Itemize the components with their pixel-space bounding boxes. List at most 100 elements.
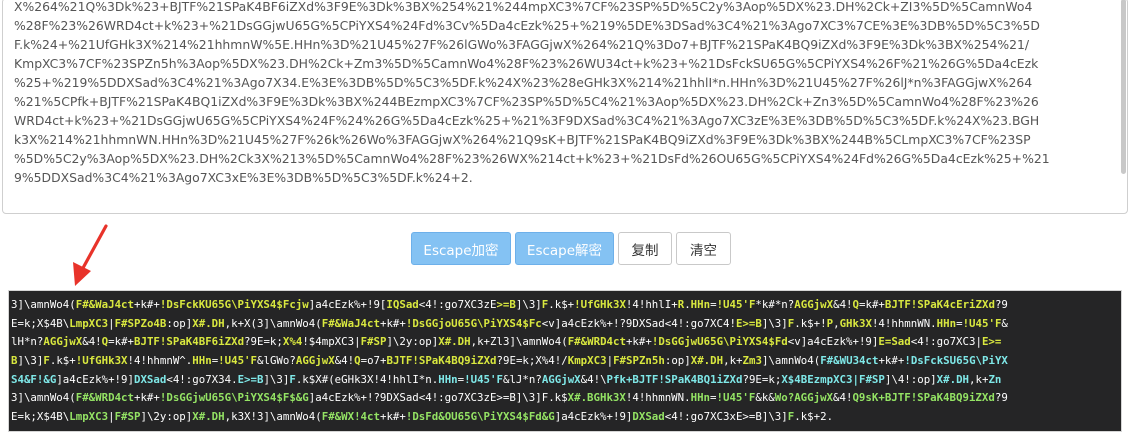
- output-text-segment: &4!: [82, 335, 102, 349]
- output-text-segment: !4!hhmnWN.: [871, 316, 937, 330]
- output-line: B]\3]F.k$+!UfGHk3X!4!hhmnW^.HHn=!U45'F&l…: [11, 352, 1119, 371]
- input-text-line: F.k%24+%21UfGHk3X%214%21hhmnW%5E.HHn%3D%…: [14, 37, 1030, 52]
- output-text-segment: +k#+: [133, 298, 160, 311]
- output-highlight-segment: DXSad: [133, 372, 167, 386]
- output-text-segment: &4!\: [580, 372, 607, 386]
- output-result-panel[interactable]: 3]\amnWo4(F#&WaJ4ct+k#+!DsFckKU65G\PiYXS…: [8, 290, 1122, 432]
- output-highlight-segment: !U45'F: [218, 354, 258, 368]
- input-textarea[interactable]: %26WRD4ct+k%23+%21DsFckKU65G%5CPiYXS4%24…: [2, 0, 1128, 214]
- output-highlight-segment: !U45'F: [464, 372, 503, 386]
- output-text-segment: ?9: [994, 298, 1008, 311]
- output-highlight-segment: Pfk+BJTF!SPaK4BQ1iZXd: [606, 372, 743, 386]
- output-highlight-segment: Q9sK+BJTF!SPaK4BQ9iZXd: [852, 391, 995, 405]
- output-text-segment: ]a4cEzk%+!?9DXSad<4!:go7XC3zE>=B]\3]F.k$: [308, 391, 568, 405]
- output-highlight-segment: HHn: [192, 354, 212, 368]
- input-text-line: %28F%23%26WRD4ct+k%23+%21DsGGjwU65G%5CPi…: [14, 18, 1040, 33]
- output-text-segment: .k$+!: [794, 316, 827, 330]
- output-text-segment: !4!hhmnWN.: [625, 391, 691, 405]
- copy-button[interactable]: 复制: [618, 232, 672, 265]
- output-text-segment: +k#+: [379, 316, 406, 330]
- output-highlight-segment: BJTF!SPaK4cEriZXd: [884, 298, 995, 311]
- output-highlight-segment: IQSad: [386, 298, 419, 311]
- output-highlight-segment: BJTF!SPaK4BF6iZXd: [134, 335, 245, 349]
- output-highlight-segment: F#&WX!4ct: [321, 410, 380, 424]
- output-text-segment: ]\3]: [17, 354, 44, 368]
- output-text-segment: <4!:go7XC3zE: [418, 298, 497, 311]
- escape-decrypt-button[interactable]: Escape解密: [515, 232, 614, 265]
- output-text-segment: <4!:go7XC3xE>=B]\3]: [664, 410, 788, 424]
- output-text-segment: E=k;X$4B\: [11, 410, 70, 424]
- output-highlight-segment: S4&F!&G: [11, 372, 57, 386]
- output-text-segment: =k#+: [108, 335, 135, 349]
- output-text-segment: ]\4!:op]: [884, 372, 937, 386]
- output-text-segment: :op]: [166, 316, 193, 330]
- output-text-segment: <v]a4cEzk%+!9]: [787, 335, 879, 349]
- output-text-segment: .k$+: [548, 298, 575, 311]
- output-text-segment: 3]\amnWo4(: [11, 298, 76, 311]
- output-text-segment: *k#*n?: [755, 298, 795, 311]
- output-text-segment: =o7+: [360, 354, 387, 368]
- output-text-segment: +k#+: [379, 410, 406, 424]
- output-highlight-segment: >=B: [496, 298, 516, 311]
- output-highlight-segment: !DsGGjwU65G\PiYXS4$Fd: [651, 335, 788, 349]
- output-highlight-segment: Wo?AGGjwX: [774, 391, 834, 405]
- output-highlight-segment: F#SP: [114, 410, 141, 424]
- output-highlight-segment: E>=B: [735, 316, 762, 330]
- input-scrollbar-thumb[interactable]: [1121, 0, 1126, 174]
- output-text-segment: ?9E=k;: [244, 335, 283, 349]
- output-text-segment: ,k3X!3]\amnWo4(: [224, 410, 322, 424]
- output-highlight-segment: Zn: [988, 372, 1002, 386]
- output-text-segment: ,k+X(3]\amnWo4(: [224, 316, 322, 330]
- output-text-segment: .k$+: [49, 354, 76, 368]
- escape-encrypt-button[interactable]: Escape加密: [411, 232, 511, 265]
- input-text-line: 9%5DDXSad%3C4%21%3Ago7XC3xE%3E%3DB%5D%5C…: [14, 170, 473, 185]
- input-scrollbar[interactable]: [1120, 0, 1127, 213]
- output-text-segment: &lGWo?: [257, 354, 296, 368]
- output-text-segment: ]\2y:op]: [140, 410, 193, 424]
- output-text-segment: !4!hhlI+: [625, 298, 678, 311]
- output-line: 3]\amnWo4(F#&WaJ4ct+k#+!DsFckKU65G\PiYXS…: [11, 296, 1119, 315]
- output-highlight-segment: E>=B: [237, 372, 264, 386]
- output-text-segment: 3]\amnWo4(: [11, 391, 76, 405]
- output-highlight-segment: HHn: [690, 391, 711, 405]
- output-text-segment: .k$X#(eGHk3X!4!hhlI*n.: [295, 372, 439, 386]
- output-text-segment: &: [1001, 316, 1008, 330]
- output-highlight-segment: E=Sad: [878, 335, 911, 349]
- output-text-segment: ,k+: [969, 372, 989, 386]
- output-text-segment: ]a4cEzk%+!9[: [308, 298, 387, 311]
- output-text-segment: <4!:go7X34.: [166, 372, 238, 386]
- output-text-segment: <v]a4cEzk%+!?9DXSad<4!:go7XC4!: [541, 316, 736, 330]
- output-highlight-segment: F#&WaJ4ct: [75, 298, 134, 311]
- output-highlight-segment: X#.DH: [438, 335, 471, 349]
- output-highlight-segment: DXSad: [632, 410, 665, 424]
- output-highlight-segment: AGGjwX: [295, 354, 335, 368]
- output-text-segment: ]\amnWo4(: [761, 354, 821, 368]
- input-text-line: X%264%21Q%3Dk%23+BJTF%21SPaK4BF6iZXd%3F9…: [14, 0, 1033, 14]
- output-text-segment: +k#+: [878, 354, 905, 368]
- output-line: E=k;X$4B\LmpXC3|F#SP]\2y:op]X#.DH,k3X!3]…: [11, 408, 1119, 427]
- output-line: 3]\amnWo4(F#&WRD4ct+k#+!DsGGjwU65G\PiYXS…: [11, 389, 1119, 408]
- output-line: E=k;X$4B\LmpXC3|F#SPZo4B:op]X#.DH,k+X(3]…: [11, 315, 1119, 334]
- output-text-segment: ?9E=k;: [742, 372, 782, 386]
- output-text-segment: +k#+: [625, 335, 652, 349]
- output-highlight-segment: GHk3X: [839, 316, 872, 330]
- output-highlight-segment: AGGjwX: [794, 298, 834, 311]
- output-text-segment: &k&: [755, 391, 775, 405]
- output-text-segment: ?9E=k;X%4!/: [496, 354, 568, 368]
- clear-button[interactable]: 清空: [676, 232, 731, 265]
- output-highlight-segment: !U45'F: [962, 316, 1002, 330]
- input-text-line: %5D%5C2y%3Aop%5DX%23.DH%2Ck3X%213%5D%5Ca…: [14, 151, 1050, 166]
- output-highlight-segment: !UfGHk3X: [75, 354, 128, 368]
- output-highlight-segment: KmpXC3: [567, 354, 607, 368]
- input-text-line: %21%5CPfk+BJTF%21SPaK4BQ1iZXd%3F9E%3Dk%3…: [14, 94, 1039, 109]
- output-highlight-segment: X%4: [282, 335, 303, 349]
- output-highlight-segment: AGGjwX: [541, 372, 581, 386]
- output-highlight-segment: X#.DH: [690, 354, 724, 368]
- output-highlight-segment: X$4BEzmpXC3|F#SP: [781, 372, 885, 386]
- output-text-segment: &4!: [833, 391, 853, 405]
- output-text-segment: .k$+2.: [794, 410, 834, 424]
- output-text-segment: ,k+Zl3]\amnWo4(: [470, 335, 568, 349]
- output-highlight-segment: HHn: [438, 372, 458, 386]
- output-highlight-segment: HHn: [690, 298, 711, 311]
- output-highlight-segment: !U45'F: [716, 298, 756, 311]
